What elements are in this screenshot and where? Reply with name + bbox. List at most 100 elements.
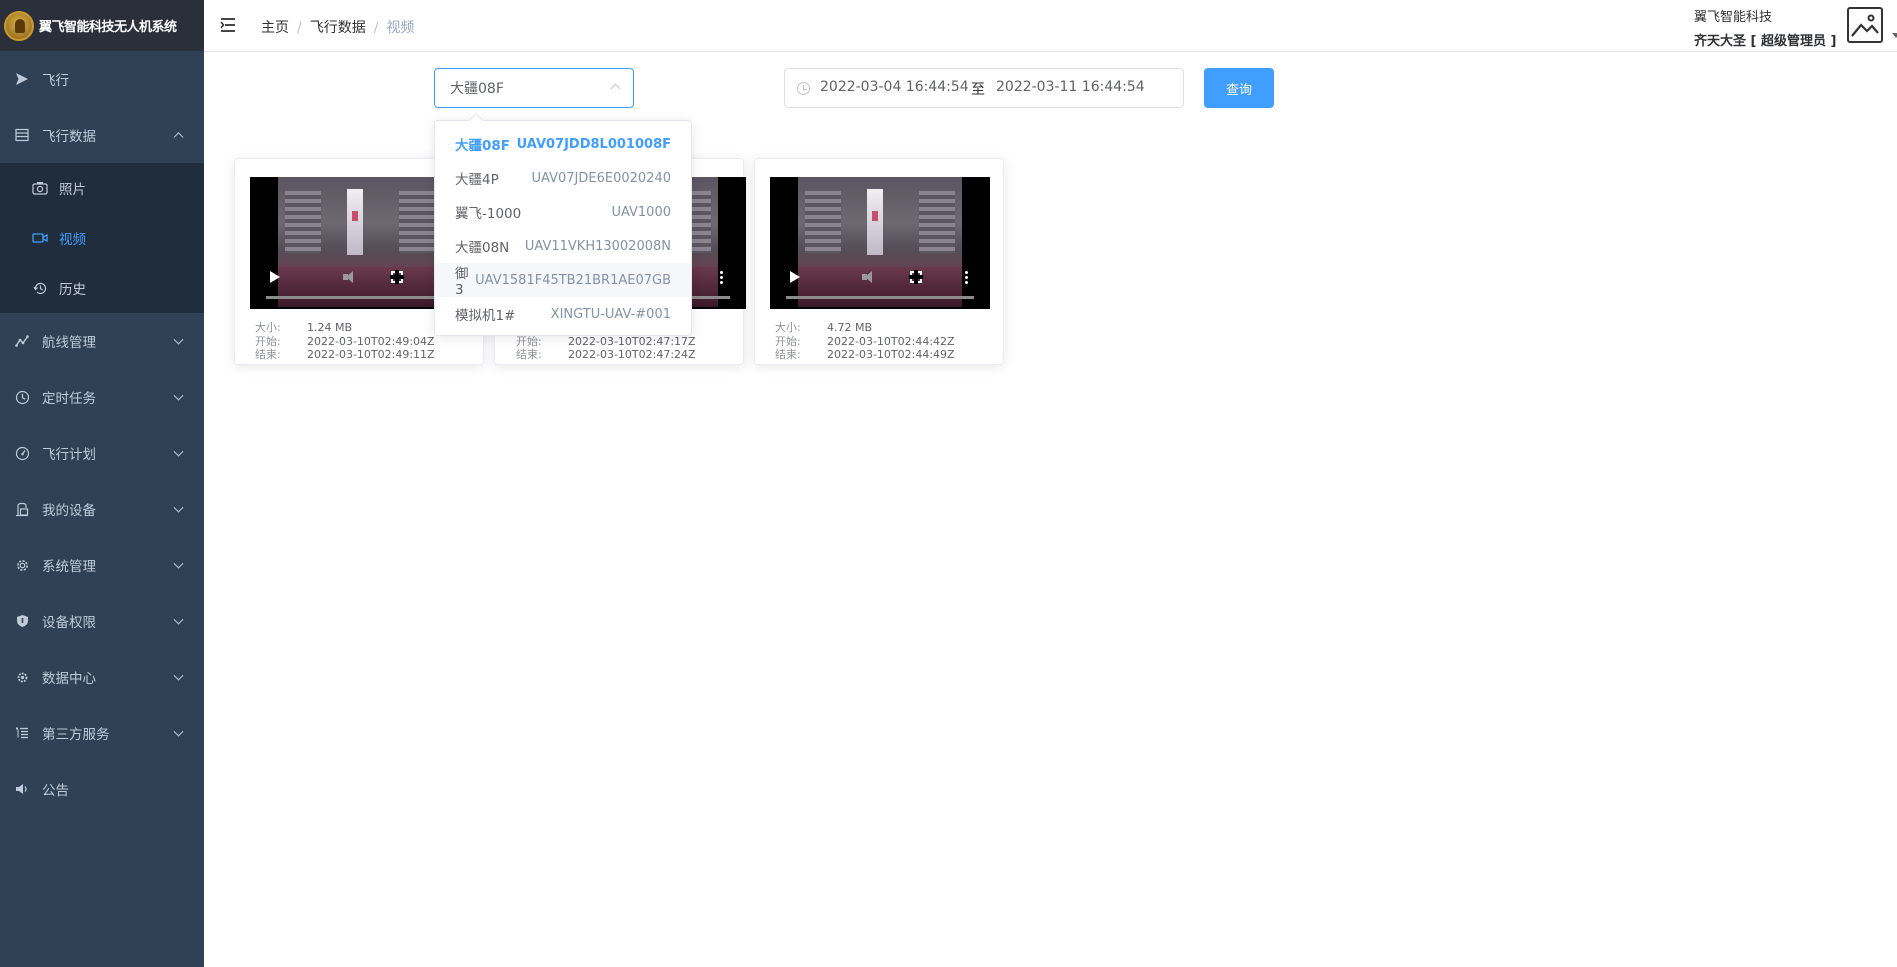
history-icon (32, 280, 48, 296)
avatar[interactable] (1847, 7, 1883, 43)
size-label: 大小: (255, 321, 281, 334)
sidebar-item-label: 飞行 (42, 73, 69, 89)
sidebar-item-label: 系统管理 (42, 559, 96, 575)
list-icon (14, 127, 30, 143)
dropdown-arrow (468, 112, 484, 128)
option-code: XINGTU-UAV-#001 (550, 306, 671, 322)
sidebar-item-flight[interactable]: 飞行 (0, 51, 204, 107)
end-label: 结束: (255, 348, 281, 361)
breadcrumb-home[interactable]: 主页 (261, 20, 289, 36)
device-dropdown: 大疆08F UAV07JDD8L001008F 大疆4P UAV07JDE6E002… (434, 112, 692, 336)
sidebar-item-route-management[interactable]: 航线管理 (0, 313, 204, 369)
sidebar: 翼飞智能科技无人机系统 飞行 飞行数据 照片 视频 历史 航线管理 定时任务 飞… (0, 0, 204, 967)
sidebar-item-label: 定时任务 (42, 391, 96, 407)
fullscreen-icon[interactable] (909, 270, 923, 284)
sidebar-item-third-party[interactable]: 第三方服务 (0, 705, 204, 761)
sidebar-item-label: 第三方服务 (42, 727, 110, 743)
sidebar-item-device-permissions[interactable]: 设备权限 (0, 593, 204, 649)
video-end: 2022-03-10T02:47:24Z (568, 348, 696, 361)
chevron-down-icon (173, 670, 184, 681)
video-size: 4.72 MB (827, 321, 873, 334)
option-name: 御3 (455, 266, 469, 298)
chevron-down-icon (173, 390, 184, 401)
sidebar-item-label: 飞行数据 (42, 129, 96, 145)
start-label: 开始: (516, 334, 542, 348)
play-icon[interactable] (270, 271, 280, 283)
more-options-icon[interactable] (720, 270, 723, 284)
dropdown-option[interactable]: 模拟机1# XINGTU-UAV-#001 (435, 297, 691, 331)
sidebar-item-flight-plan[interactable]: 飞行计划 (0, 425, 204, 481)
sidebar-item-my-devices[interactable]: 我的设备 (0, 481, 204, 537)
company-name: 翼飞智能科技 (1694, 10, 1773, 25)
breadcrumb-flight-data[interactable]: 飞行数据 (310, 20, 366, 36)
option-code: UAV1000 (611, 204, 671, 220)
fullscreen-icon[interactable] (390, 270, 404, 284)
device-select[interactable]: 大疆08F (434, 68, 634, 108)
breadcrumb-current: 视频 (386, 20, 415, 36)
tree-list-icon (14, 725, 30, 741)
app-title: 翼飞智能科技无人机系统 (39, 20, 177, 35)
menu-toggle-icon[interactable] (220, 17, 238, 33)
device-select-value: 大疆08F (450, 81, 504, 97)
sidebar-item-label: 飞行计划 (42, 447, 96, 463)
video-player[interactable] (770, 177, 990, 309)
sidebar-item-videos[interactable]: 视频 (0, 213, 204, 263)
sidebar-item-flight-data[interactable]: 飞行数据 (0, 107, 204, 163)
video-start: 2022-03-10T02:44:42Z (827, 334, 955, 348)
gauge-icon (14, 445, 30, 461)
sidebar-item-data-center[interactable]: 数据中心 (0, 649, 204, 705)
chevron-down-icon (173, 558, 184, 569)
sidebar-item-photos[interactable]: 照片 (0, 163, 204, 213)
query-button[interactable]: 查询 (1204, 68, 1274, 108)
clock-icon (797, 82, 810, 95)
video-meta: 大小: 4.72 MB 开始: 2022-03-10T02:44:42Z 结束: 20… (775, 321, 955, 362)
end-label: 结束: (516, 348, 542, 361)
date-range-picker[interactable]: 2022-03-04 16:44:54 至 2022-03-11 16:44:5… (784, 68, 1184, 108)
logo: 翼飞智能科技无人机系统 (0, 0, 204, 51)
top-navbar: 主页 / 飞行数据 / 视频 翼飞智能科技 齐天大圣 [ 超级管理员 ] (204, 0, 1897, 52)
sidebar-item-system-management[interactable]: 系统管理 (0, 537, 204, 593)
sidebar-item-announcements[interactable]: 公告 (0, 761, 204, 817)
sidebar-item-label: 设备权限 (42, 615, 96, 631)
dropdown-option[interactable]: 大疆08F UAV07JDD8L001008F (435, 127, 691, 161)
video-progress-bar[interactable] (266, 296, 454, 299)
chevron-down-icon (173, 726, 184, 737)
video-meta: 大小: 1.24 MB 开始: 2022-03-10T02:49:04Z 结束: 20… (255, 321, 435, 362)
breadcrumb-separator: / (297, 20, 302, 36)
date-end-input[interactable]: 2022-03-11 16:44:54 (996, 79, 1145, 95)
more-options-icon[interactable] (965, 270, 968, 284)
video-end: 2022-03-10T02:49:11Z (307, 348, 435, 361)
video-progress-bar[interactable] (786, 296, 974, 299)
option-name: 大疆4P (455, 172, 499, 188)
send-icon (14, 71, 30, 87)
sidebar-item-label: 历史 (59, 282, 86, 298)
volume-icon[interactable] (862, 271, 876, 283)
volume-icon[interactable] (343, 271, 357, 283)
size-label: 大小: (775, 321, 801, 334)
option-code: UAV11VKH13002008N (524, 238, 671, 254)
sidebar-item-history[interactable]: 历史 (0, 263, 204, 313)
end-label: 结束: (775, 348, 801, 361)
date-start-input[interactable]: 2022-03-04 16:44:54 (820, 79, 969, 95)
chevron-down-icon (173, 614, 184, 625)
dropdown-option[interactable]: 大疆4P UAV07JDE6E0020240 (435, 161, 691, 195)
video-end: 2022-03-10T02:44:49Z (827, 348, 955, 361)
breadcrumb-separator: / (373, 20, 379, 36)
video-card: 大小: 4.72 MB 开始: 2022-03-10T02:44:42Z 结束: 20… (754, 158, 1004, 365)
user-name[interactable]: 齐天大圣 [ 超级管理员 ] (1694, 30, 1836, 49)
clock-icon (14, 389, 30, 405)
route-icon (14, 333, 30, 349)
play-icon[interactable] (790, 271, 800, 283)
video-start: 2022-03-10T02:47:17Z (568, 334, 696, 348)
dropdown-option[interactable]: 御3 UAV1581F45TB21BR1AE07GB (435, 263, 691, 298)
option-code: UAV07JDE6E0020240 (531, 170, 671, 186)
sidebar-item-label: 数据中心 (42, 671, 96, 687)
sidebar-item-scheduled-tasks[interactable]: 定时任务 (0, 369, 204, 425)
submenu-flight-data: 照片 视频 历史 (0, 163, 204, 313)
caret-down-icon[interactable] (1892, 33, 1897, 38)
dropdown-option[interactable]: 翼飞-1000 UAV1000 (435, 195, 691, 229)
sidebar-item-label: 照片 (59, 182, 86, 198)
video-controls (770, 259, 990, 309)
cog-small-icon (14, 669, 30, 685)
dropdown-option[interactable]: 大疆08N UAV11VKH13002008N (435, 229, 691, 263)
